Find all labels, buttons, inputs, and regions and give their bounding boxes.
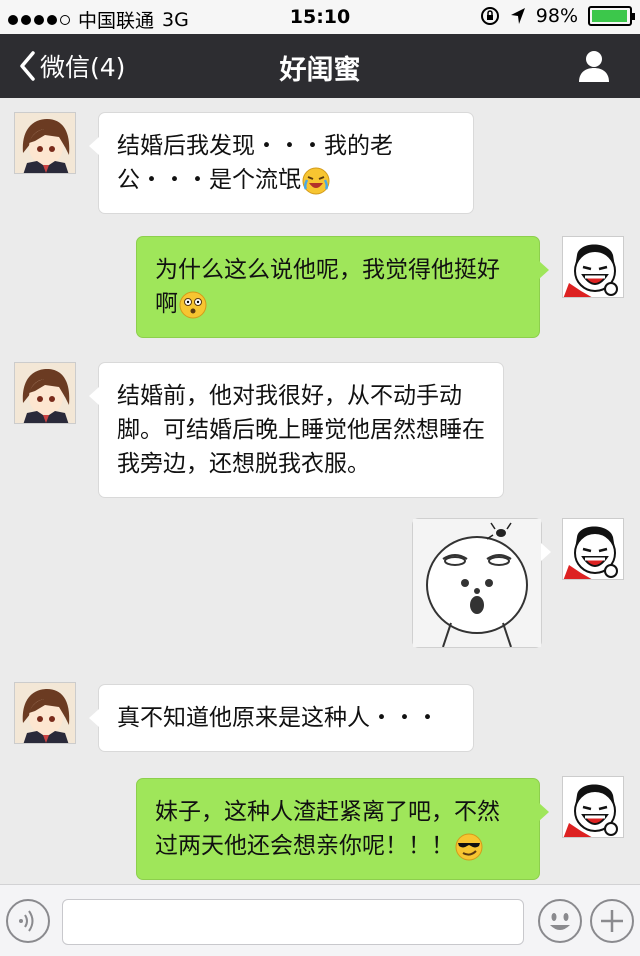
battery-percent: 98% [535, 5, 578, 27]
battery-icon [588, 6, 635, 26]
back-label: 微信(4) [40, 53, 126, 82]
nav-bar: 微信(4) 好闺蜜 [0, 34, 640, 98]
emoji-button[interactable] [538, 899, 582, 943]
friend-avatar[interactable] [14, 682, 76, 744]
my-avatar[interactable] [562, 518, 624, 580]
plus-icon [601, 910, 623, 932]
orientation-lock-icon [480, 7, 499, 25]
input-bar [0, 884, 640, 956]
friend-avatar[interactable] [14, 112, 76, 174]
sunglasses-emoji [455, 833, 483, 860]
laughing-crying-emoji [302, 167, 330, 194]
blank-face-fly-sticker [413, 519, 541, 648]
friend-avatar[interactable] [14, 362, 76, 424]
message-bubble-outgoing[interactable]: 为什么这么说他呢，我觉得他挺好啊 [136, 236, 549, 338]
smiley-icon [550, 913, 570, 930]
message-text: 结婚后我发现・・・我的老公・・・是个流氓 [117, 133, 393, 193]
sticker-message[interactable] [412, 518, 551, 648]
message-text: 妹子，这种人渣赶紧离了吧，不然过两天他还会想亲你呢！！！ [155, 799, 500, 859]
location-icon [510, 8, 525, 24]
message-bubble-incoming[interactable]: 结婚前，他对我很好，从不动手动脚。可结婚后晚上睡觉他居然想睡在我旁边，还想脱我衣… [89, 362, 504, 498]
my-avatar[interactable] [562, 236, 624, 298]
surprised-emoji [179, 291, 207, 318]
add-button[interactable] [590, 899, 634, 943]
status-bar: 中国联通 3G 15:10 98% [0, 0, 640, 34]
back-button[interactable]: 微信(4) [18, 48, 125, 84]
message-text: 真不知道他原来是这种人・・・ [117, 705, 439, 731]
message-text: 结婚前，他对我很好，从不动手动脚。可结婚后晚上睡觉他居然想睡在我旁边，还想脱我衣… [117, 383, 485, 477]
status-right: 98% [480, 5, 635, 27]
chevron-left-icon [20, 51, 35, 81]
chat-area[interactable]: 结婚后我发现・・・我的老公・・・是个流氓 为什么这么说他呢，我觉得他挺好啊 结婚… [0, 98, 640, 884]
voice-button[interactable] [6, 899, 50, 943]
my-avatar[interactable] [562, 776, 624, 838]
person-icon[interactable] [576, 48, 612, 84]
message-input[interactable] [62, 899, 524, 945]
message-bubble-outgoing[interactable]: 妹子，这种人渣赶紧离了吧，不然过两天他还会想亲你呢！！！ [136, 778, 549, 880]
message-bubble-incoming[interactable]: 真不知道他原来是这种人・・・ [89, 684, 474, 752]
message-bubble-incoming[interactable]: 结婚后我发现・・・我的老公・・・是个流氓 [89, 112, 474, 214]
voice-icon [19, 910, 34, 932]
